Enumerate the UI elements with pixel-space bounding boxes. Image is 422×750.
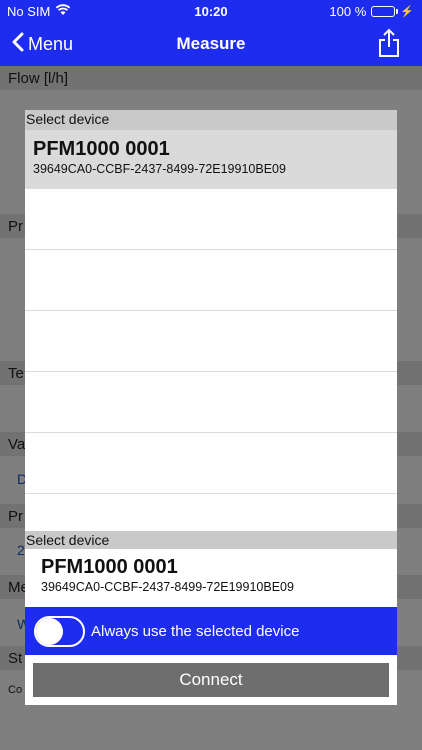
selected-device-id: 39649CA0-CCBF-2437-8499-72E19910BE09: [41, 580, 294, 594]
always-use-toggle[interactable]: [34, 615, 85, 647]
top-bar: No SIM 10:20 100 % ⚡ Menu Measure: [0, 0, 422, 66]
battery-status: 100 % ⚡: [329, 4, 414, 19]
device-name: PFM1000 0001: [33, 138, 170, 160]
selected-device-header: Select device: [25, 531, 397, 551]
select-device-dialog: Select device PFM1000 0001 39649CA0-CCBF…: [25, 110, 397, 705]
empty-list-row: [25, 311, 397, 372]
empty-list-row: [25, 372, 397, 433]
toggle-knob: [36, 617, 63, 645]
share-icon: [378, 28, 400, 62]
always-use-row: Always use the selected device: [25, 607, 397, 655]
nav-bar: Menu Measure: [0, 22, 422, 66]
page-title: Measure: [176, 34, 246, 53]
status-bar: No SIM 10:20 100 % ⚡: [0, 0, 422, 22]
device-list-header: Select device: [25, 110, 397, 130]
device-list[interactable]: PFM1000 0001 39649CA0-CCBF-2437-8499-72E…: [25, 130, 397, 530]
battery-percent: 100 %: [329, 4, 367, 19]
charging-icon: ⚡: [400, 6, 414, 18]
empty-list-row: [25, 433, 397, 494]
share-button[interactable]: [378, 28, 400, 63]
battery-icon: [371, 6, 399, 17]
always-use-label: Always use the selected device: [91, 622, 300, 640]
device-list-item[interactable]: PFM1000 0001 39649CA0-CCBF-2437-8499-72E…: [25, 130, 397, 189]
connect-button[interactable]: Connect: [33, 663, 389, 697]
selected-device-name: PFM1000 0001: [41, 556, 178, 578]
device-id: 39649CA0-CCBF-2437-8499-72E19910BE09: [33, 162, 286, 176]
empty-list-row: [25, 250, 397, 311]
empty-list-row: [25, 189, 397, 250]
selected-device: PFM1000 0001 39649CA0-CCBF-2437-8499-72E…: [25, 549, 397, 607]
